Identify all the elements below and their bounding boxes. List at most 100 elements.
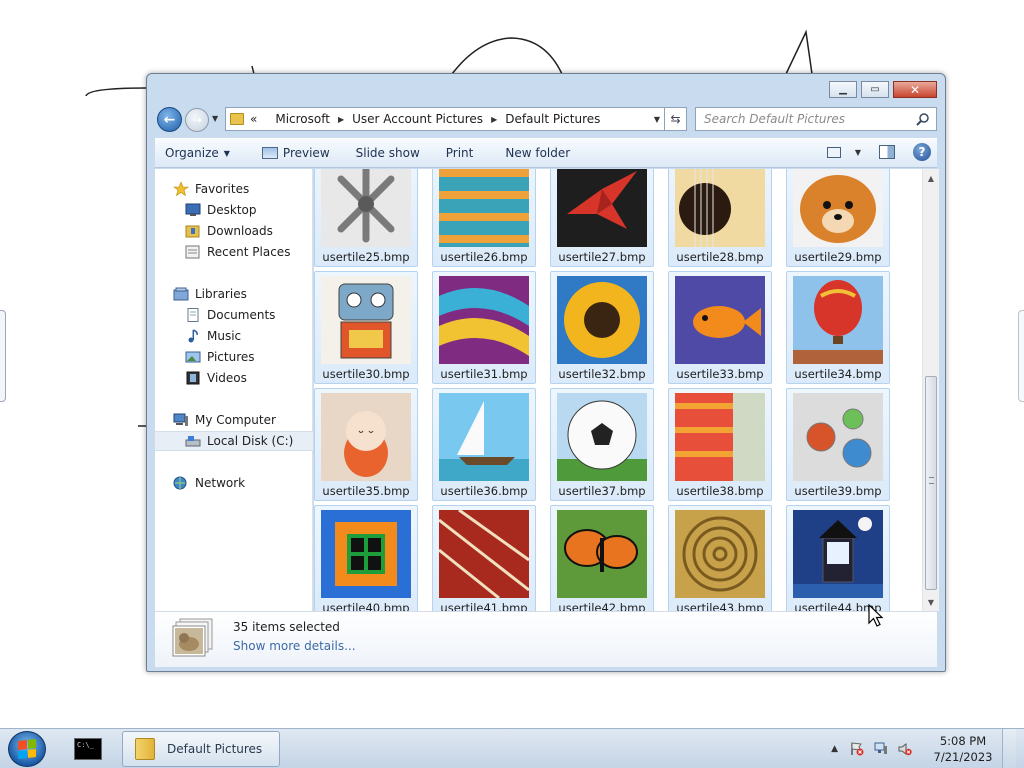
file-tile[interactable]: usertile31.bmp bbox=[432, 271, 536, 384]
file-tile[interactable]: usertile34.bmp bbox=[786, 271, 890, 384]
search-input[interactable]: Search Default Pictures bbox=[704, 112, 845, 126]
address-bar[interactable]: « Microsoft ▶ User Account Pictures ▶ De… bbox=[225, 107, 665, 131]
forward-button[interactable]: → bbox=[185, 108, 209, 132]
action-center-flag-icon[interactable] bbox=[850, 742, 864, 756]
minimize-button[interactable]: ▁ bbox=[829, 81, 857, 98]
file-tile[interactable]: usertile39.bmp bbox=[786, 388, 890, 501]
mouse-cursor bbox=[868, 604, 884, 627]
preview-button[interactable]: Preview bbox=[252, 139, 340, 167]
preview-pane-icon[interactable] bbox=[879, 145, 895, 159]
show-more-details-link[interactable]: Show more details... bbox=[233, 639, 356, 653]
recent-pages-dropdown[interactable]: ▼ bbox=[212, 114, 218, 123]
taskbar-explorer-button[interactable]: Default Pictures bbox=[122, 731, 280, 767]
change-view-icon[interactable] bbox=[826, 146, 841, 158]
nav-pictures[interactable]: Pictures bbox=[155, 347, 313, 367]
file-tile[interactable]: usertile43.bmp bbox=[668, 505, 772, 611]
title-bar[interactable]: ▁ ▭ ✕ bbox=[147, 74, 945, 104]
butterfly-icon bbox=[557, 510, 647, 598]
file-tile[interactable]: usertile25.bmp bbox=[314, 169, 418, 267]
maximize-button[interactable]: ▭ bbox=[861, 81, 889, 98]
breadcrumb-user-account-pictures[interactable]: User Account Pictures bbox=[352, 112, 483, 126]
nav-favorites-label: Favorites bbox=[195, 182, 250, 196]
caption-buttons: ▁ ▭ ✕ bbox=[829, 81, 937, 98]
file-tile[interactable]: usertile41.bmp bbox=[432, 505, 536, 611]
file-name: usertile38.bmp bbox=[676, 484, 764, 498]
file-tile[interactable]: usertile29.bmp bbox=[786, 169, 890, 267]
file-tile[interactable]: usertile38.bmp bbox=[668, 388, 772, 501]
nav-network-label: Network bbox=[195, 476, 246, 490]
network-status-icon[interactable] bbox=[874, 742, 888, 756]
nav-documents[interactable]: Documents bbox=[155, 305, 313, 325]
nav-recent-places[interactable]: Recent Places bbox=[155, 242, 313, 262]
file-tile[interactable]: usertile44.bmp bbox=[786, 505, 890, 611]
new-folder-button[interactable]: New folder bbox=[495, 139, 580, 167]
slideshow-button[interactable]: Slide show bbox=[346, 139, 430, 167]
file-tile[interactable]: usertile35.bmp bbox=[314, 388, 418, 501]
file-tile[interactable]: usertile26.bmp bbox=[432, 169, 536, 267]
documents-icon bbox=[187, 308, 199, 322]
breadcrumb-microsoft[interactable]: Microsoft bbox=[275, 112, 330, 126]
vertical-scrollbar[interactable]: ▲ ▼ bbox=[922, 169, 939, 611]
file-tile[interactable]: usertile33.bmp bbox=[668, 271, 772, 384]
start-button[interactable] bbox=[8, 731, 46, 767]
spiral-icon bbox=[675, 510, 765, 598]
nav-recent-places-label: Recent Places bbox=[207, 245, 291, 259]
scroll-down-button[interactable]: ▼ bbox=[923, 594, 939, 610]
back-button[interactable]: ← bbox=[157, 107, 182, 132]
clock[interactable]: 5:08 PM 7/21/2023 bbox=[930, 733, 996, 765]
file-tile[interactable]: usertile42.bmp bbox=[550, 505, 654, 611]
search-box[interactable]: Search Default Pictures bbox=[695, 107, 937, 131]
nav-favorites[interactable]: Favorites bbox=[155, 179, 313, 199]
file-name: usertile37.bmp bbox=[558, 484, 646, 498]
nav-local-disk[interactable]: Local Disk (C:) bbox=[155, 431, 313, 451]
close-button[interactable]: ✕ bbox=[893, 81, 937, 98]
file-name: usertile28.bmp bbox=[676, 250, 764, 264]
nav-local-disk-label: Local Disk (C:) bbox=[207, 434, 294, 448]
more-options-dropdown[interactable]: ▼ bbox=[855, 148, 861, 157]
volume-muted-icon[interactable] bbox=[898, 742, 912, 756]
file-tile[interactable]: usertile37.bmp bbox=[550, 388, 654, 501]
file-tile[interactable]: usertile27.bmp bbox=[550, 169, 654, 267]
nav-desktop[interactable]: Desktop bbox=[155, 200, 313, 220]
breadcrumb-default-pictures[interactable]: Default Pictures bbox=[505, 112, 600, 126]
file-tile[interactable]: usertile28.bmp bbox=[668, 169, 772, 267]
window-icon bbox=[321, 510, 411, 598]
nav-libraries[interactable]: Libraries bbox=[155, 284, 313, 304]
file-name: usertile27.bmp bbox=[558, 250, 646, 264]
libraries-icon bbox=[173, 287, 189, 301]
file-name: usertile33.bmp bbox=[676, 367, 764, 381]
nav-my-computer[interactable]: My Computer bbox=[155, 410, 313, 430]
navigation-pane: Favorites Desktop Downloads Recent Place… bbox=[155, 169, 313, 611]
command-prompt-icon: C:\_ bbox=[74, 738, 102, 760]
chevron-down-icon: ▼ bbox=[223, 148, 230, 158]
file-name: usertile42.bmp bbox=[558, 601, 646, 611]
command-prompt-button[interactable]: C:\_ bbox=[62, 731, 114, 767]
address-history-dropdown[interactable]: ▼ bbox=[654, 115, 660, 124]
file-tile[interactable]: usertile32.bmp bbox=[550, 271, 654, 384]
search-icon[interactable] bbox=[916, 112, 930, 126]
preview-label: Preview bbox=[282, 146, 330, 160]
scroll-thumb[interactable] bbox=[925, 376, 937, 590]
organize-label: Organize bbox=[165, 146, 219, 160]
clock-time: 5:08 PM bbox=[939, 734, 987, 748]
show-desktop-button[interactable] bbox=[1002, 729, 1016, 768]
file-name: usertile41.bmp bbox=[440, 601, 528, 611]
organize-button[interactable]: Organize ▼ bbox=[155, 139, 240, 167]
chevron-right-icon[interactable]: ▶ bbox=[491, 115, 497, 124]
address-overflow[interactable]: « bbox=[250, 112, 257, 126]
nav-videos[interactable]: Videos bbox=[155, 368, 313, 388]
show-hidden-icons-button[interactable]: ▲ bbox=[831, 744, 838, 754]
print-button[interactable]: Print bbox=[436, 139, 484, 167]
chevron-right-icon[interactable]: ▶ bbox=[338, 115, 344, 124]
file-tile[interactable]: usertile36.bmp bbox=[432, 388, 536, 501]
refresh-button[interactable]: ⇆ bbox=[665, 107, 687, 131]
file-tile[interactable]: usertile40.bmp bbox=[314, 505, 418, 611]
file-tile[interactable]: usertile30.bmp bbox=[314, 271, 418, 384]
help-icon[interactable]: ? bbox=[913, 143, 931, 161]
nav-downloads[interactable]: Downloads bbox=[155, 221, 313, 241]
striped-cloth-icon bbox=[675, 393, 765, 481]
scroll-up-button[interactable]: ▲ bbox=[923, 170, 939, 186]
nav-network[interactable]: Network bbox=[155, 473, 313, 493]
downloads-icon bbox=[185, 225, 200, 238]
nav-music[interactable]: Music bbox=[155, 326, 313, 346]
